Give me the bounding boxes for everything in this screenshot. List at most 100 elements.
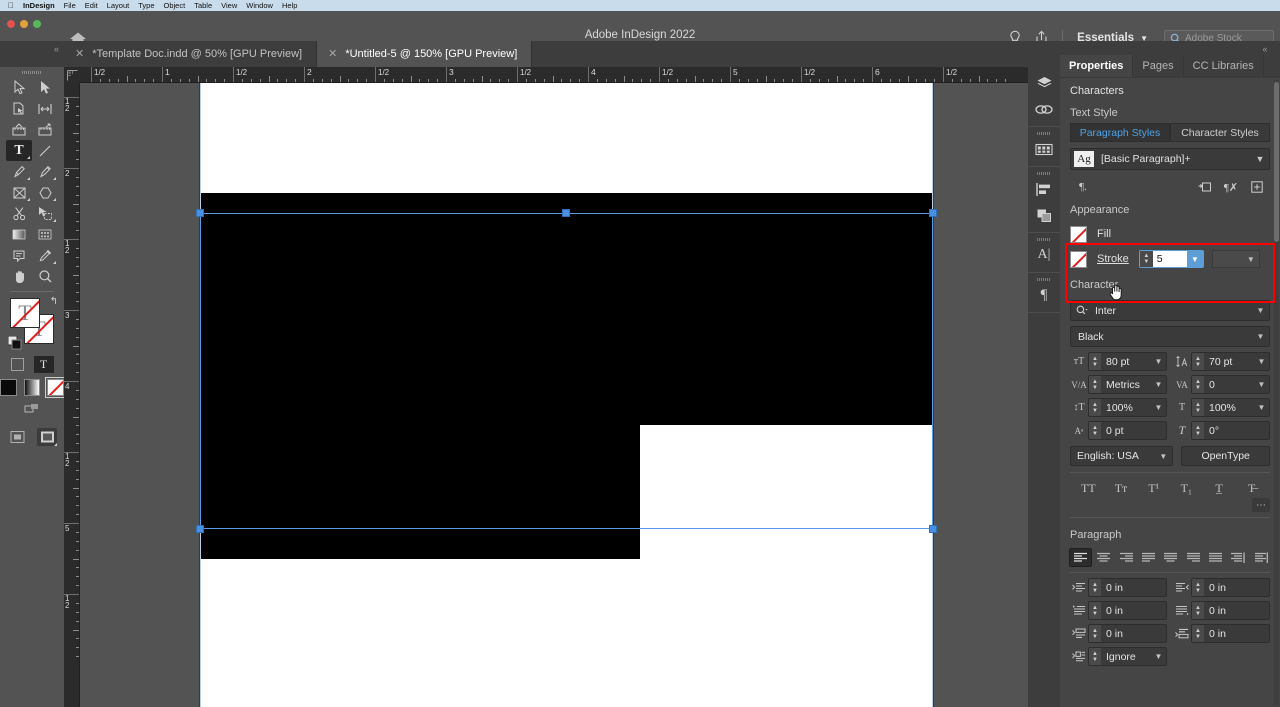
direct-selection-tool[interactable]: [32, 77, 58, 98]
document-canvas[interactable]: [80, 83, 1028, 707]
menu-item-layout[interactable]: Layout: [107, 1, 130, 10]
stepper-arrows[interactable]: ▲ ▼: [1192, 376, 1204, 393]
skew-input[interactable]: ▲ ▼ 0°: [1191, 421, 1270, 440]
baseline-shift-field[interactable]: Aᵃ ▲ ▼ 0 pt: [1070, 421, 1167, 440]
stepper-arrows[interactable]: ▲ ▼: [1192, 579, 1204, 596]
subscript-button[interactable]: T₁: [1170, 481, 1203, 496]
dock-grip[interactable]: [1028, 172, 1060, 175]
content-placer-tool[interactable]: [32, 119, 58, 140]
chevron-down-icon[interactable]: ▼: [1151, 353, 1166, 370]
menu-item-indesign[interactable]: InDesign: [23, 1, 55, 10]
stepper-arrows[interactable]: ▲ ▼: [1192, 422, 1204, 439]
opentype-button[interactable]: OpenType: [1181, 446, 1270, 466]
collapse-toolbar-button[interactable]: «: [0, 41, 64, 67]
font-size-field[interactable]: ᴛT ▲ ▼ 80 pt ▼: [1070, 352, 1167, 371]
align-panel-icon[interactable]: [1028, 176, 1060, 202]
justify-last-center-button[interactable]: [1160, 548, 1181, 567]
eyedropper-tool[interactable]: [32, 245, 58, 266]
gradient-swatch-tool[interactable]: [6, 224, 32, 245]
swatches-panel-icon[interactable]: [1028, 136, 1060, 162]
underline-button[interactable]: T̲: [1203, 481, 1236, 496]
kerning-input[interactable]: ▲ ▼ Metrics ▼: [1088, 375, 1167, 394]
format-affects-container-button[interactable]: [10, 357, 24, 371]
scissors-tool[interactable]: [6, 203, 32, 224]
tracking-field[interactable]: VA ▲ ▼ 0 ▼: [1173, 375, 1270, 394]
more-options-icon[interactable]: ⋯: [1252, 498, 1270, 512]
close-icon[interactable]: ✕: [328, 48, 337, 60]
horizontal-ruler[interactable]: 1/2 1 1/2 2 1/2 3 1/2 4 1/2 5 1/2 6 1/2: [64, 67, 1028, 83]
stepper-arrows[interactable]: ▲ ▼: [1089, 602, 1101, 619]
baseline-shift-input[interactable]: ▲ ▼ 0 pt: [1088, 421, 1167, 440]
chevron-down-icon[interactable]: ▼: [1254, 353, 1269, 370]
chevron-down-icon[interactable]: ▼: [1186, 251, 1203, 267]
swap-fill-stroke-icon[interactable]: ↰: [50, 296, 58, 307]
space-before-field[interactable]: ▲ ▼ 0 in: [1070, 624, 1167, 643]
chevron-down-icon[interactable]: ▼: [1254, 399, 1269, 416]
line-tool[interactable]: [32, 140, 58, 161]
hand-tool[interactable]: [6, 266, 32, 287]
stepper-arrows[interactable]: ▲ ▼: [1089, 648, 1101, 665]
chevron-down-icon[interactable]: ▼: [1251, 154, 1269, 164]
chevron-down-icon[interactable]: ▼: [1252, 306, 1269, 315]
panel-scrollbar-thumb[interactable]: [1274, 82, 1279, 242]
chevron-down-icon[interactable]: ▼: [1254, 376, 1269, 393]
stepper-arrows[interactable]: ▲ ▼: [1089, 579, 1101, 596]
chevron-down-icon[interactable]: ▼: [1151, 648, 1166, 665]
toolbar-grip[interactable]: [0, 67, 64, 77]
rectangle-frame-tool[interactable]: [6, 182, 32, 203]
gradient-feather-tool[interactable]: [32, 224, 58, 245]
normal-screen-mode-button[interactable]: [7, 428, 27, 446]
note-tool[interactable]: [6, 245, 32, 266]
fill-label[interactable]: Fill: [1097, 228, 1111, 240]
layers-panel-icon[interactable]: [1028, 70, 1060, 96]
justify-all-button[interactable]: [1205, 548, 1226, 567]
fill-swatch-none[interactable]: [1070, 225, 1087, 243]
apply-color-button[interactable]: [0, 378, 17, 396]
selection-handle-top-right[interactable]: [929, 209, 937, 217]
pencil-tool[interactable]: [32, 161, 58, 182]
stroke-weight-stepper[interactable]: ▲ ▼ 5 ▼: [1138, 250, 1204, 268]
drop-cap-input[interactable]: ▲ ▼ Ignore ▼: [1088, 647, 1167, 666]
stroke-style-dropdown[interactable]: ▼: [1211, 250, 1260, 268]
zoom-tool[interactable]: [32, 266, 58, 287]
paragraph-style-dropdown[interactable]: Ag [Basic Paragraph]+ ▼: [1070, 148, 1270, 170]
stepper-arrows[interactable]: ▲ ▼: [1089, 353, 1101, 370]
free-transform-tool[interactable]: [32, 203, 58, 224]
chevron-down-icon[interactable]: ▼: [1151, 376, 1166, 393]
stepper-arrows[interactable]: ▲ ▼: [1192, 399, 1204, 416]
vertical-ruler[interactable]: 12 2 12 3 4 12 5 12: [64, 83, 80, 707]
stepper-arrows[interactable]: ▲ ▼: [1089, 422, 1101, 439]
tracking-input[interactable]: ▲ ▼ 0 ▼: [1191, 375, 1270, 394]
polygon-tool[interactable]: [32, 182, 58, 203]
default-fill-stroke-icon[interactable]: [8, 336, 22, 350]
selection-tool[interactable]: [6, 77, 32, 98]
justify-last-left-button[interactable]: [1138, 548, 1159, 567]
language-dropdown[interactable]: English: USA ▼: [1070, 446, 1174, 466]
menu-item-type[interactable]: Type: [138, 1, 154, 10]
align-center-button[interactable]: [1093, 548, 1114, 567]
skew-field[interactable]: T ▲ ▼ 0°: [1173, 421, 1270, 440]
chevron-down-icon[interactable]: ▼: [1154, 452, 1172, 461]
paragraph-styles-button[interactable]: Paragraph Styles: [1070, 123, 1170, 142]
pathfinder-panel-icon[interactable]: [1028, 202, 1060, 228]
stepper-arrows[interactable]: ▲ ▼: [1089, 376, 1101, 393]
dock-grip[interactable]: [1028, 238, 1060, 241]
apply-gradient-button[interactable]: [23, 378, 41, 396]
content-collector-tool[interactable]: [6, 119, 32, 140]
close-window-button[interactable]: [7, 20, 15, 28]
font-size-input[interactable]: ▲ ▼ 80 pt ▼: [1088, 352, 1167, 371]
align-toward-spine-button[interactable]: [1227, 548, 1248, 567]
ruler-origin-corner[interactable]: [64, 67, 80, 83]
format-affects-text-button[interactable]: T: [33, 355, 54, 373]
close-icon[interactable]: ✕: [75, 48, 84, 60]
horizontal-scale-input[interactable]: ▲ ▼ 100% ▼: [1191, 398, 1270, 417]
dock-grip[interactable]: [1028, 132, 1060, 135]
document-page[interactable]: [200, 83, 933, 707]
menu-item-edit[interactable]: Edit: [85, 1, 98, 10]
leading-input[interactable]: ▲ ▼ 70 pt ▼: [1191, 352, 1270, 371]
drop-cap-field[interactable]: ▲ ▼ Ignore ▼: [1070, 647, 1167, 666]
space-after-field[interactable]: ▲ ▼ 0 in: [1173, 624, 1270, 643]
menu-item-help[interactable]: Help: [282, 1, 297, 10]
minimize-window-button[interactable]: [20, 20, 28, 28]
superscript-button[interactable]: T¹: [1137, 481, 1170, 496]
